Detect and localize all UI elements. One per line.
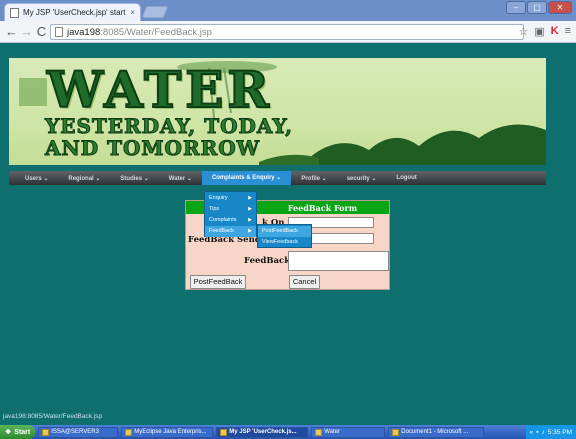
taskbar-item[interactable]: Document1 - Microsoft ... (388, 426, 485, 438)
submenu-item-postfeedback[interactable]: PostFeedBack (258, 226, 311, 237)
menu-users[interactable]: Users ⌄ (15, 175, 58, 182)
extension-icon[interactable]: ▣ (534, 25, 544, 38)
menu-logout[interactable]: Logout (386, 175, 426, 181)
menu-profile[interactable]: Profile ⌄ (291, 175, 336, 182)
url-text: java198:8085/Water/FeedBack.jsp (67, 26, 212, 38)
tray-volume-icon[interactable]: ♪ (542, 429, 545, 436)
menu-security[interactable]: security ⌄ (337, 175, 387, 182)
dropdown-item-enquiry[interactable]: Enquiry ▶ (205, 193, 256, 204)
banner-tagline-2: AND TOMORROW (44, 136, 261, 161)
complaints-dropdown: Enquiry ▶ Tips ▶ Complaints ▶ FeedBack ▶ (204, 191, 257, 237)
word-icon (392, 428, 400, 436)
submenu-item-viewfeedback[interactable]: ViewFeedback (258, 237, 311, 248)
addon-icon[interactable]: K (551, 25, 559, 38)
windows-logo-icon: ❖ (5, 429, 12, 436)
close-window-button[interactable]: ✕ (548, 1, 572, 14)
toolbar-right-icons: ☆ ▣ K ≡ (518, 25, 571, 38)
start-button[interactable]: ❖ Start (0, 425, 36, 439)
browser-tab[interactable]: My JSP 'UserCheck.jsp' startin × (4, 3, 141, 21)
new-tab-button[interactable] (141, 6, 169, 18)
post-feedback-button[interactable]: PostFeedBack (190, 275, 246, 289)
menu-studies[interactable]: Studies ⌄ (110, 175, 158, 182)
menu-icon[interactable]: ≡ (565, 25, 571, 38)
star-icon[interactable]: ☆ (518, 25, 528, 38)
folder-icon (42, 428, 50, 436)
tray-arrow-icon[interactable]: « (530, 429, 534, 436)
app-icon (125, 428, 133, 436)
browser-toolbar: ← → C java198:8085/Water/FeedBack.jsp ☆ … (0, 21, 576, 43)
browser-tab-strip: My JSP 'UserCheck.jsp' startin × – ▢ ✕ (0, 0, 576, 21)
folder-icon (315, 428, 323, 436)
tab-close-icon[interactable]: × (130, 8, 135, 17)
menu-complaints-enquiry[interactable]: Complaints & Enquiry ⌄ (201, 171, 292, 185)
page-icon (10, 7, 19, 18)
taskbar-item[interactable]: My JSP 'UserCheck.js... (216, 426, 309, 438)
reload-icon[interactable]: C (34, 24, 49, 39)
banner-tagline-1: YESTERDAY, TODAY, (44, 114, 294, 139)
site-banner: WATER YESTERDAY, TODAY, AND TOMORROW (9, 58, 546, 165)
dropdown-item-tips[interactable]: Tips ▶ (205, 204, 256, 215)
taskbar-item[interactable]: MyEclipse Java Enterpris... (121, 426, 214, 438)
window-controls: – ▢ ✕ (506, 1, 572, 14)
system-tray: « ▪ ♪ 5:35 PM (525, 425, 576, 439)
windows-taskbar: ❖ Start ISSA@SERVER3 MyEclipse Java Ente… (0, 425, 576, 439)
main-menu: Users ⌄ Regional ⌄ Studies ⌄ Water ⌄ Com… (9, 171, 546, 185)
feedback-submenu: PostFeedBack ViewFeedback (257, 224, 312, 248)
browser-status-url: java198:8085/Water/FeedBack.jsp (3, 413, 103, 420)
tab-title: My JSP 'UserCheck.jsp' startin (23, 8, 127, 17)
taskbar-item[interactable]: ISSA@SERVER3 (38, 426, 119, 438)
page-icon (55, 27, 63, 37)
dropdown-item-complaints[interactable]: Complaints ▶ (205, 215, 256, 226)
tray-network-icon[interactable]: ▪ (536, 429, 538, 436)
address-bar[interactable]: java198:8085/Water/FeedBack.jsp (50, 24, 524, 40)
menu-water[interactable]: Water ⌄ (159, 175, 202, 182)
menu-regional[interactable]: Regional ⌄ (58, 175, 110, 182)
cancel-button[interactable]: Cancel (289, 275, 320, 289)
clock: 5:35 PM (547, 428, 572, 436)
banner-headline: WATER (46, 59, 273, 120)
forward-icon[interactable]: → (19, 24, 34, 39)
dropdown-item-feedback[interactable]: FeedBack ▶ (205, 226, 256, 237)
taskbar-item[interactable]: Water (311, 426, 386, 438)
browser-icon (220, 428, 228, 436)
maximize-button[interactable]: ▢ (527, 1, 547, 14)
feedback-textarea[interactable] (288, 251, 389, 271)
minimize-button[interactable]: – (506, 1, 526, 14)
back-icon[interactable]: ← (4, 24, 19, 39)
